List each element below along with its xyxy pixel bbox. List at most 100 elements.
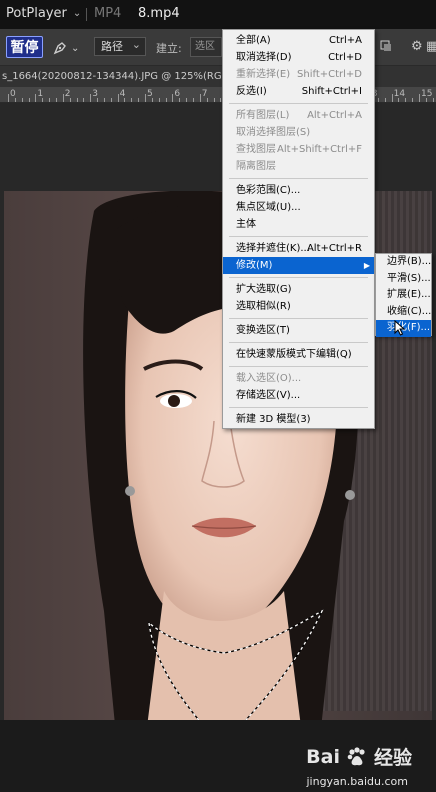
ruler-minor-tick xyxy=(377,98,379,102)
menu-separator xyxy=(229,236,368,237)
submenu-item[interactable]: 边界(B)... xyxy=(376,254,431,271)
path-arrangement-icon[interactable] xyxy=(379,39,393,57)
menu-item[interactable]: 主体 xyxy=(223,216,374,233)
menu-separator xyxy=(229,103,368,104)
ruler-major-tick xyxy=(391,94,393,102)
menu-separator xyxy=(229,366,368,367)
gear-icon[interactable]: ⚙ xyxy=(411,39,423,54)
ruler-major-tick xyxy=(145,94,146,102)
ruler-minor-tick xyxy=(412,98,414,102)
ruler-major-tick xyxy=(172,94,174,102)
menu-item-label: 色彩范围(C)... xyxy=(236,185,301,196)
menu-item[interactable]: 扩大选取(G) xyxy=(223,281,374,298)
menu-item[interactable]: 取消选择(D) Ctrl+D xyxy=(223,49,374,66)
pen-tool-preset[interactable]: ⌄ xyxy=(52,38,84,58)
menu-item[interactable]: 新建 3D 模型(3) xyxy=(223,411,374,428)
menu-item-shortcut: Ctrl+A xyxy=(328,35,362,46)
menu-item[interactable]: 修改(M) ▶ xyxy=(223,257,374,274)
tool-mode-select[interactable]: 路径 xyxy=(94,36,146,56)
menu-item-shortcut: Alt+Ctrl+R xyxy=(306,243,362,254)
menu-item-label: 查找图层 xyxy=(236,144,276,155)
menu-item-label: 反选(I) xyxy=(236,86,267,97)
menu-item[interactable]: 在快速蒙版模式下编辑(Q) xyxy=(223,346,374,363)
menu-item[interactable]: 选取相似(R) xyxy=(223,298,374,315)
ruler-minor-tick xyxy=(206,98,208,102)
ruler-minor-tick xyxy=(28,98,30,102)
submenu-item[interactable]: 收缩(C)... xyxy=(376,304,431,321)
menu-item-label: 存储选区(V)... xyxy=(236,390,301,401)
menu-item: 载入选区(O)... xyxy=(223,370,374,387)
ruler-major-tick xyxy=(199,94,201,102)
menu-item-shortcut: Alt+Shift+Ctrl+F xyxy=(277,144,362,155)
menu-item-label: 取消选择图层(S) xyxy=(236,127,311,138)
watermark-brand-suffix: 经验 xyxy=(373,747,412,769)
ruler-minor-tick xyxy=(192,98,194,102)
submenu-item[interactable]: 平滑(S)... xyxy=(376,271,431,288)
ruler-minor-tick xyxy=(138,98,140,102)
submenu-item[interactable]: 扩展(E)... xyxy=(376,287,431,304)
menu-item-label: 在快速蒙版模式下编辑(Q) xyxy=(236,349,352,360)
menu-item: 所有图层(L) Alt+Ctrl+A xyxy=(223,107,374,124)
menu-item: 隔离图层 xyxy=(223,158,374,175)
menu-item-label: 选择并遮住(K)... xyxy=(236,243,310,254)
menu-item[interactable]: 反选(I) Shift+Ctrl+I xyxy=(223,83,374,100)
menu-item[interactable]: 选择并遮住(K)... Alt+Ctrl+R xyxy=(223,240,374,257)
menu-item-label: 所有图层(L) xyxy=(236,110,290,121)
chevron-down-icon: ⌄ xyxy=(72,8,82,19)
menu-item-label: 主体 xyxy=(236,219,256,230)
ruler-minor-tick xyxy=(42,98,44,102)
ruler-minor-tick xyxy=(405,98,407,102)
ruler-minor-tick xyxy=(124,98,126,102)
menu-item[interactable]: 焦点区域(U)... xyxy=(223,199,374,216)
player-bottom-bar: Bai 经验 jingyan.baidu.com xyxy=(0,720,436,792)
menu-item: 查找图层 Alt+Shift+Ctrl+F xyxy=(223,141,374,158)
menu-item-shortcut: Shift+Ctrl+D xyxy=(297,69,362,80)
menu-item[interactable]: 色彩范围(C)... xyxy=(223,182,374,199)
menu-separator xyxy=(229,277,368,278)
ruler-major-tick xyxy=(419,94,420,102)
ruler-minor-tick xyxy=(69,98,71,102)
menu-separator xyxy=(229,342,368,343)
menu-separator xyxy=(229,407,368,408)
ruler-minor-tick xyxy=(110,98,112,102)
titlebar-divider xyxy=(86,8,87,21)
ruler-minor-tick xyxy=(21,98,23,102)
paw-icon xyxy=(347,746,365,765)
potplayer-app-name: PotPlayer xyxy=(6,6,67,21)
potplayer-menu-button[interactable]: PotPlayer ⌄ xyxy=(6,6,81,21)
ruler-major-tick xyxy=(8,94,9,102)
ruler-major-tick xyxy=(62,94,64,102)
make-selection-button[interactable]: 选区 xyxy=(190,37,222,57)
constrain-icon[interactable]: ▦ xyxy=(426,39,436,54)
ruler-minor-tick xyxy=(158,98,160,102)
menu-item-label: 取消选择(D) xyxy=(236,52,292,63)
menu-item-label: 重新选择(E) xyxy=(236,69,291,80)
baidu-watermark: Bai 经验 xyxy=(306,743,412,770)
menu-item-label: 焦点区域(U)... xyxy=(236,202,301,213)
ruler-minor-tick xyxy=(49,98,51,102)
menu-item[interactable]: 全部(A) Ctrl+A xyxy=(223,32,374,49)
ruler-minor-tick xyxy=(14,98,16,102)
menu-item-label: 修改(M) xyxy=(236,260,273,271)
mouse-cursor-icon xyxy=(394,320,406,336)
ruler-minor-tick xyxy=(165,98,167,102)
menu-item-label: 新建 3D 模型(3) xyxy=(236,414,311,425)
ruler-minor-tick xyxy=(384,98,386,102)
menu-item-label: 载入选区(O)... xyxy=(236,373,302,384)
pen-icon xyxy=(53,42,66,55)
submenu-arrow-icon: ▶ xyxy=(363,261,370,270)
ruler-minor-tick xyxy=(432,98,434,102)
ruler-minor-tick xyxy=(83,98,85,102)
ruler-minor-tick xyxy=(76,98,78,102)
menu-item[interactable]: 变换选区(T) xyxy=(223,322,374,339)
watermark-brand: Bai xyxy=(306,745,340,768)
ruler-major-tick xyxy=(35,94,37,102)
menu-item-label: 全部(A) xyxy=(236,35,271,46)
ruler-major-tick xyxy=(90,94,92,102)
select-menu: 全部(A) Ctrl+A 取消选择(D) Ctrl+D 重新选择(E) Shift+Ctr… xyxy=(222,29,375,429)
menu-item: 重新选择(E) Shift+Ctrl+D xyxy=(223,66,374,83)
ruler-minor-tick xyxy=(186,98,188,102)
video-format-label: MP4 xyxy=(94,6,122,21)
menu-item[interactable]: 存储选区(V)... xyxy=(223,387,374,404)
menu-separator xyxy=(229,318,368,319)
